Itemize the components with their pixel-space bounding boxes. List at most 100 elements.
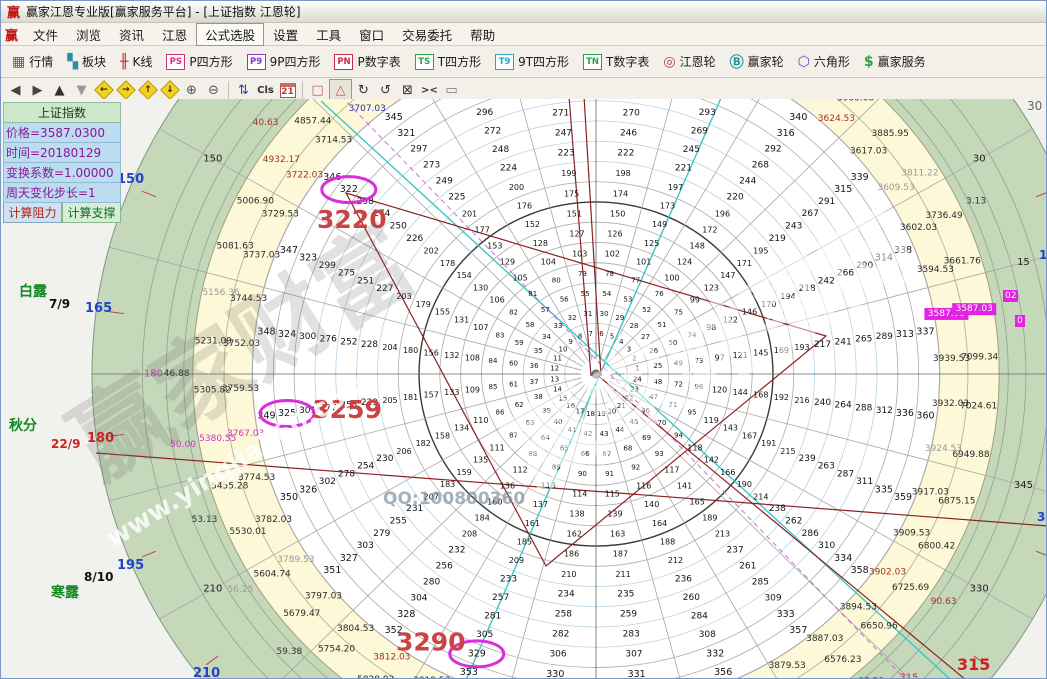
- pan-down-button[interactable]: ↓: [159, 80, 180, 100]
- svg-text:204: 204: [382, 343, 397, 352]
- svg-text:317: 317: [706, 99, 724, 100]
- down-button[interactable]: ▼: [71, 80, 92, 100]
- center-button[interactable]: ><: [419, 80, 440, 100]
- up-button[interactable]: ▲: [49, 80, 70, 100]
- toolbar-gann-wheel-button[interactable]: ◎江恩轮: [656, 50, 722, 74]
- chart-area[interactable]: 1234567891011121314151617181920212223242…: [1, 99, 1047, 679]
- svg-text:3602.03: 3602.03: [900, 223, 937, 233]
- svg-text:6875.15: 6875.15: [938, 497, 975, 507]
- svg-text:115: 115: [605, 490, 620, 499]
- arrow-glyph: ↑: [144, 85, 152, 95]
- pan-left-button[interactable]: ←: [93, 80, 114, 100]
- toolbar-kline-button[interactable]: ╫K线: [113, 50, 159, 74]
- expand-button[interactable]: ⊠: [397, 80, 418, 100]
- svg-text:83: 83: [496, 331, 505, 339]
- toolbar-item-label: 板块: [82, 53, 106, 70]
- toolbar-9p-square-button[interactable]: P99P四方形: [240, 50, 328, 74]
- toolbar-item-label: T四方形: [438, 53, 481, 70]
- svg-text:5156.36: 5156.36: [202, 288, 239, 298]
- svg-text:48: 48: [653, 378, 662, 386]
- svg-text:303: 303: [357, 541, 374, 551]
- svg-text:144: 144: [733, 388, 748, 397]
- toolbar-p-square-button[interactable]: PSP四方形: [159, 50, 239, 74]
- toolbar-hexagon-button[interactable]: ⬡六角形: [791, 50, 857, 74]
- svg-text:315: 315: [899, 673, 918, 679]
- toolbar-9t-square-button[interactable]: T99T四方形: [488, 50, 576, 74]
- svg-text:332: 332: [706, 648, 724, 659]
- svg-text:179: 179: [416, 300, 431, 309]
- svg-text:32: 32: [568, 314, 577, 322]
- svg-text:3.13: 3.13: [966, 197, 986, 207]
- svg-text:46.88: 46.88: [164, 369, 190, 379]
- pan-left-icon: ←: [94, 80, 114, 100]
- calc-resistance-button[interactable]: 计算阻力: [3, 203, 62, 223]
- pan-down-icon: ↓: [160, 80, 180, 100]
- triangle-tool-button[interactable]: △: [329, 79, 352, 101]
- next-button[interactable]: ▶: [27, 80, 48, 100]
- menu-item-9[interactable]: 交易委托: [393, 23, 461, 46]
- zoom-out-button[interactable]: ⊖: [203, 80, 224, 100]
- menu-item-3[interactable]: 资讯: [110, 23, 153, 46]
- svg-text:330: 330: [970, 584, 989, 595]
- svg-text:331: 331: [628, 669, 646, 679]
- svg-text:89: 89: [552, 463, 561, 471]
- svg-text:96: 96: [695, 383, 704, 391]
- presentation-button[interactable]: ▭: [441, 80, 462, 100]
- toolbar-item-label: 赢家轮: [748, 53, 784, 70]
- svg-text:130: 130: [473, 283, 488, 292]
- svg-text:329: 329: [468, 648, 486, 659]
- edge-label-315: 315: [957, 657, 990, 673]
- toolbar-t-square-button[interactable]: TST四方形: [408, 50, 488, 74]
- updown-arrows-button[interactable]: ⇅: [233, 80, 254, 100]
- svg-text:256: 256: [436, 561, 453, 571]
- svg-text:5231.09: 5231.09: [195, 336, 232, 346]
- svg-text:153: 153: [487, 241, 502, 250]
- toolbar-quote-grid-button[interactable]: ▦行情: [5, 50, 60, 74]
- prev-button[interactable]: ◀: [5, 80, 26, 100]
- svg-text:236: 236: [675, 574, 692, 584]
- menu-item-8[interactable]: 窗口: [350, 23, 393, 46]
- menu-item-1[interactable]: 文件: [24, 23, 67, 46]
- menu-item-2[interactable]: 浏览: [67, 23, 110, 46]
- svg-text:81: 81: [528, 290, 537, 298]
- menu-item-4[interactable]: 江恩: [153, 23, 196, 46]
- pan-up-button[interactable]: ↑: [137, 80, 158, 100]
- svg-text:192: 192: [774, 393, 789, 402]
- svg-text:60: 60: [509, 359, 518, 367]
- menu-item-6[interactable]: 设置: [264, 23, 307, 46]
- svg-text:5828.93: 5828.93: [357, 675, 394, 679]
- svg-text:3661.76: 3661.76: [944, 257, 981, 267]
- menu-item-10[interactable]: 帮助: [461, 23, 504, 46]
- clear-button[interactable]: Cls: [255, 80, 276, 100]
- edge-label-150: 150: [117, 173, 144, 186]
- svg-text:245: 245: [683, 145, 700, 155]
- svg-text:3894.53: 3894.53: [840, 603, 877, 613]
- svg-text:270: 270: [623, 109, 640, 119]
- toolbar-sector-blocks-button[interactable]: ▚板块: [60, 50, 113, 74]
- menu-item-7[interactable]: 工具: [307, 23, 350, 46]
- rotate-cw-button[interactable]: ↻: [353, 80, 374, 100]
- toolbar-t-number-table-button[interactable]: TNT数字表: [576, 50, 656, 74]
- svg-text:335: 335: [875, 484, 893, 495]
- svg-text:10: 10: [559, 345, 568, 353]
- calc-support-button[interactable]: 计算支撑: [62, 203, 121, 223]
- calendar-button[interactable]: 21: [277, 80, 298, 100]
- square-tool-button[interactable]: □: [307, 80, 328, 100]
- toolbar-winner-wheel-button[interactable]: Ⓑ赢家轮: [723, 50, 791, 74]
- zoom-in-button[interactable]: ⊕: [181, 80, 202, 100]
- arrow-glyph: ↓: [166, 85, 174, 95]
- svg-text:135: 135: [473, 456, 488, 465]
- svg-text:235: 235: [617, 589, 634, 599]
- svg-text:193: 193: [794, 343, 809, 352]
- toolbar-p-number-table-button[interactable]: PNP数字表: [327, 50, 407, 74]
- hexagon-icon: ⬡: [798, 54, 810, 70]
- pan-right-button[interactable]: →: [115, 80, 136, 100]
- rotate-ccw-button[interactable]: ↺: [375, 80, 396, 100]
- toolbar-winner-service-button[interactable]: $赢家服务: [857, 50, 933, 74]
- menu-item-5[interactable]: 公式选股: [196, 23, 264, 46]
- svg-text:186: 186: [564, 550, 579, 559]
- svg-text:268: 268: [752, 161, 769, 171]
- svg-text:5380.55: 5380.55: [199, 434, 236, 444]
- svg-text:353: 353: [460, 667, 478, 678]
- svg-text:7099.34: 7099.34: [961, 353, 998, 363]
